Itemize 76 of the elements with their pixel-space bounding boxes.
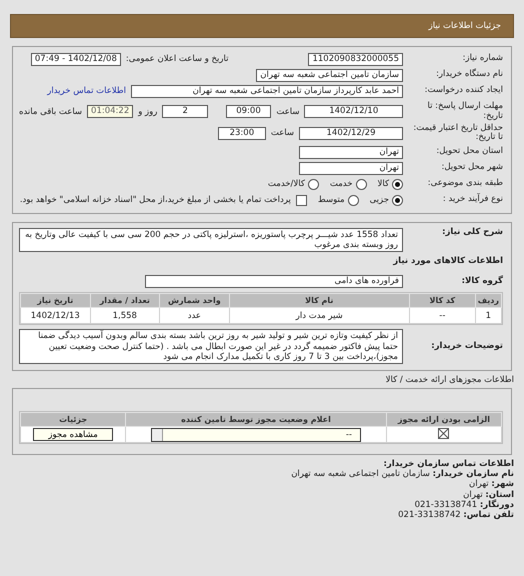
need-number-field[interactable]: 1102090832000055 bbox=[308, 52, 403, 66]
days-field[interactable]: 2 bbox=[162, 105, 208, 118]
column-header: الزامی بودن ارائه مجوز bbox=[386, 412, 502, 426]
table-cell: -- bbox=[409, 308, 476, 324]
table-cell: 1 bbox=[475, 308, 502, 324]
field-label: گروه کالا: bbox=[460, 276, 503, 286]
field-label: ایجاد کننده درخواست: bbox=[424, 86, 503, 96]
table-cell: 1,558 bbox=[90, 308, 160, 324]
description-text: تعداد 1558 عدد شیـــر پرچرب پاستوریزه ،استرلیزه پاکتی در حجم 200 سی سی با کیفیت عالی وتاریخ به روز وبسته بندی مرغوب bbox=[19, 228, 403, 252]
radio-button[interactable] bbox=[348, 194, 359, 206]
contact-label: استان: bbox=[485, 490, 514, 500]
field-label: طبقه بندی موضوعی: bbox=[426, 179, 503, 189]
page-header: جزئیات اطلاعات نیاز bbox=[10, 14, 514, 38]
radio-label: کالا/خدمت bbox=[268, 179, 305, 190]
table-cell: شیر مدت دار bbox=[229, 308, 410, 324]
radio-label: جزیی bbox=[370, 195, 389, 206]
column-header: اعلام وضعیت مجوز توسط تامین کننده bbox=[126, 412, 386, 426]
field-label: نوع فرآیند خرید : bbox=[442, 195, 503, 205]
time-field[interactable]: 23:00 bbox=[218, 126, 266, 140]
contact-value: 021-33138741 bbox=[414, 500, 478, 510]
column-header: تاریخ نیاز bbox=[20, 294, 90, 308]
column-header: جزئیات bbox=[20, 412, 126, 426]
radio-button[interactable] bbox=[356, 178, 367, 190]
field-label: توضیحات خریدار: bbox=[430, 342, 503, 352]
checkbox[interactable] bbox=[296, 194, 307, 206]
field-label: استان محل تحویل: bbox=[435, 147, 503, 157]
requester-field[interactable]: احمد عابد کارپرداز سازمان تامین اجتماعی شعبه سه تهران bbox=[131, 84, 403, 98]
contact-value: سازمان تامین اجتماعی شعبه سه تهران bbox=[291, 469, 430, 480]
time-field[interactable]: 09:00 bbox=[226, 105, 272, 118]
field-label: نام دستگاه خریدار: bbox=[435, 70, 503, 80]
status-dropdown[interactable]: -- bbox=[151, 428, 361, 442]
field-label: ساعت باقی مانده bbox=[18, 106, 82, 117]
contact-value: 021-33138742 bbox=[398, 510, 461, 520]
column-header: تعداد / مقدار bbox=[90, 294, 160, 308]
field-label: روز و bbox=[138, 106, 158, 117]
table-cell: 1402/12/13 bbox=[20, 308, 90, 324]
province-field[interactable]: تهران bbox=[299, 146, 403, 159]
radio-button[interactable] bbox=[392, 178, 403, 190]
radio-label: کالا bbox=[378, 179, 389, 190]
field-label: ساعت bbox=[270, 128, 294, 138]
field-label: شرح کلی نیاز: bbox=[441, 228, 503, 238]
table-cell: عدد bbox=[160, 308, 230, 324]
remaining-time-field: 01:04:22 bbox=[87, 105, 134, 118]
field-label: مهلت ارسال پاسخ: تا تاریخ: bbox=[426, 102, 503, 122]
date-field[interactable]: 1402/12/10 bbox=[304, 105, 403, 118]
section-title: اطلاعات مجوزهای ارائه خدمت / کالا bbox=[384, 375, 514, 385]
checkbox-label: پرداخت تمام یا بخشی از مبلغ خرید،از محل "اسناد خزانه اسلامی" خواهد بود. bbox=[20, 195, 291, 206]
view-license-button[interactable]: مشاهده مجوز bbox=[33, 428, 114, 441]
radio-button[interactable] bbox=[308, 178, 319, 190]
field-label: شهر محل تحویل: bbox=[440, 163, 503, 173]
city-field[interactable]: تهران bbox=[299, 162, 403, 175]
contact-label: شهر: bbox=[491, 479, 514, 490]
column-header: ردیف bbox=[475, 294, 502, 308]
buyer-contact-link[interactable]: اطلاعات تماس خریدار bbox=[47, 86, 126, 96]
column-header: نام کالا bbox=[229, 294, 410, 308]
contact-label: تلفن تماس: bbox=[463, 510, 514, 520]
radio-button[interactable] bbox=[392, 194, 403, 206]
buyer-org-field[interactable]: سازمان تامین اجتماعی شعبه سه تهران bbox=[256, 68, 403, 82]
column-header: کد کالا bbox=[409, 294, 476, 308]
radio-label: متوسط bbox=[318, 195, 345, 206]
contact-value: تهران bbox=[463, 490, 483, 500]
goods-group-field[interactable]: فراورده های دامی bbox=[145, 274, 403, 288]
contact-heading: اطلاعات تماس سازمان خریدار: bbox=[382, 459, 514, 470]
date-field[interactable]: 1402/12/29 bbox=[299, 126, 403, 140]
announce-date-field[interactable]: 1402/12/08 - 07:49 bbox=[30, 52, 121, 66]
column-header: واحد شمارش bbox=[160, 294, 230, 308]
field-label: تاریخ و ساعت اعلان عمومی: bbox=[126, 54, 228, 64]
section-heading: اطلاعات کالاهای مورد نیاز bbox=[392, 256, 503, 266]
field-label: حداقل تاریخ اعتبار قیمت: تا تاریخ: bbox=[412, 124, 503, 144]
field-label: ساعت bbox=[276, 106, 300, 117]
buyer-notes-text: از نظر کیفیت وتازه ترین شیر و تولید شیر به روز ترین باشد بسته بندی سالم وبدون آسیب دیدگی ضمنا حتما پیش فاکتور ضمیمه گردد در غیر این صورت ابطال می باشد . (حتما کنترل صحت وضعیت تعیین مجوز)،پرداخت بین 3 تا 7 روز کاری با تکمیل مدارک انجام می شود bbox=[19, 329, 403, 364]
contact-label: نام سازمان خریدار: bbox=[432, 469, 514, 480]
radio-label: خدمت bbox=[330, 179, 353, 190]
contact-value: تهران bbox=[469, 479, 489, 490]
field-label: شماره نیاز: bbox=[462, 54, 503, 64]
contact-label: دورنگار: bbox=[480, 500, 514, 510]
